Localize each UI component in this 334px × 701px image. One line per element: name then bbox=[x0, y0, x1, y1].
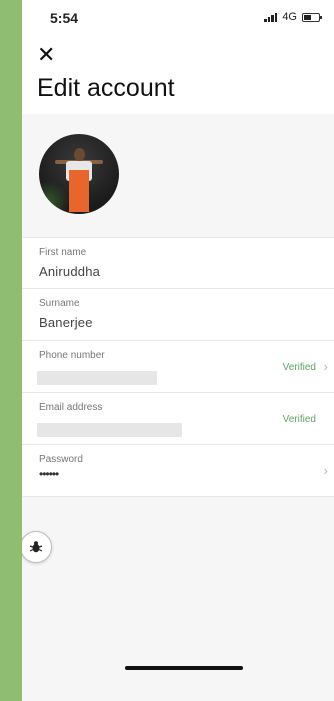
password-field[interactable]: Password •••••• › bbox=[22, 445, 334, 497]
email-address-field[interactable]: Email address Verified bbox=[22, 393, 334, 445]
surname-value[interactable]: Banerjee bbox=[39, 315, 93, 330]
close-icon[interactable]: ✕ bbox=[37, 44, 55, 66]
page-title: Edit account bbox=[37, 74, 175, 102]
surname-field[interactable]: Surname Banerjee bbox=[22, 289, 334, 341]
email-verified-badge: Verified bbox=[282, 414, 316, 425]
chevron-right-icon[interactable]: › bbox=[324, 359, 328, 374]
phone-verified-badge: Verified bbox=[282, 362, 316, 373]
surname-label: Surname bbox=[39, 298, 80, 309]
avatar[interactable] bbox=[39, 134, 119, 214]
password-label: Password bbox=[39, 454, 83, 465]
bug-icon bbox=[29, 541, 43, 553]
network-label: 4G bbox=[282, 11, 297, 23]
chevron-right-icon[interactable]: › bbox=[324, 463, 328, 478]
home-indicator bbox=[125, 666, 243, 670]
phone-number-field[interactable]: Phone number Verified › bbox=[22, 341, 334, 393]
first-name-label: First name bbox=[39, 247, 87, 258]
bug-report-button[interactable] bbox=[22, 531, 52, 563]
email-address-redacted bbox=[37, 423, 182, 437]
password-value[interactable]: •••••• bbox=[39, 467, 59, 481]
first-name-field[interactable]: First name Aniruddha bbox=[22, 237, 334, 289]
signal-icon bbox=[264, 12, 278, 22]
app-screen: 5:54 4G ✕ Edit account First name Anirud… bbox=[22, 0, 334, 701]
battery-icon bbox=[302, 12, 322, 22]
phone-number-redacted bbox=[37, 371, 157, 385]
status-icons: 4G bbox=[264, 11, 322, 23]
email-address-label: Email address bbox=[39, 402, 103, 413]
phone-number-label: Phone number bbox=[39, 350, 105, 361]
first-name-value[interactable]: Aniruddha bbox=[39, 264, 100, 279]
account-form: First name Aniruddha Surname Banerjee Ph… bbox=[22, 237, 334, 497]
status-time: 5:54 bbox=[50, 10, 79, 26]
